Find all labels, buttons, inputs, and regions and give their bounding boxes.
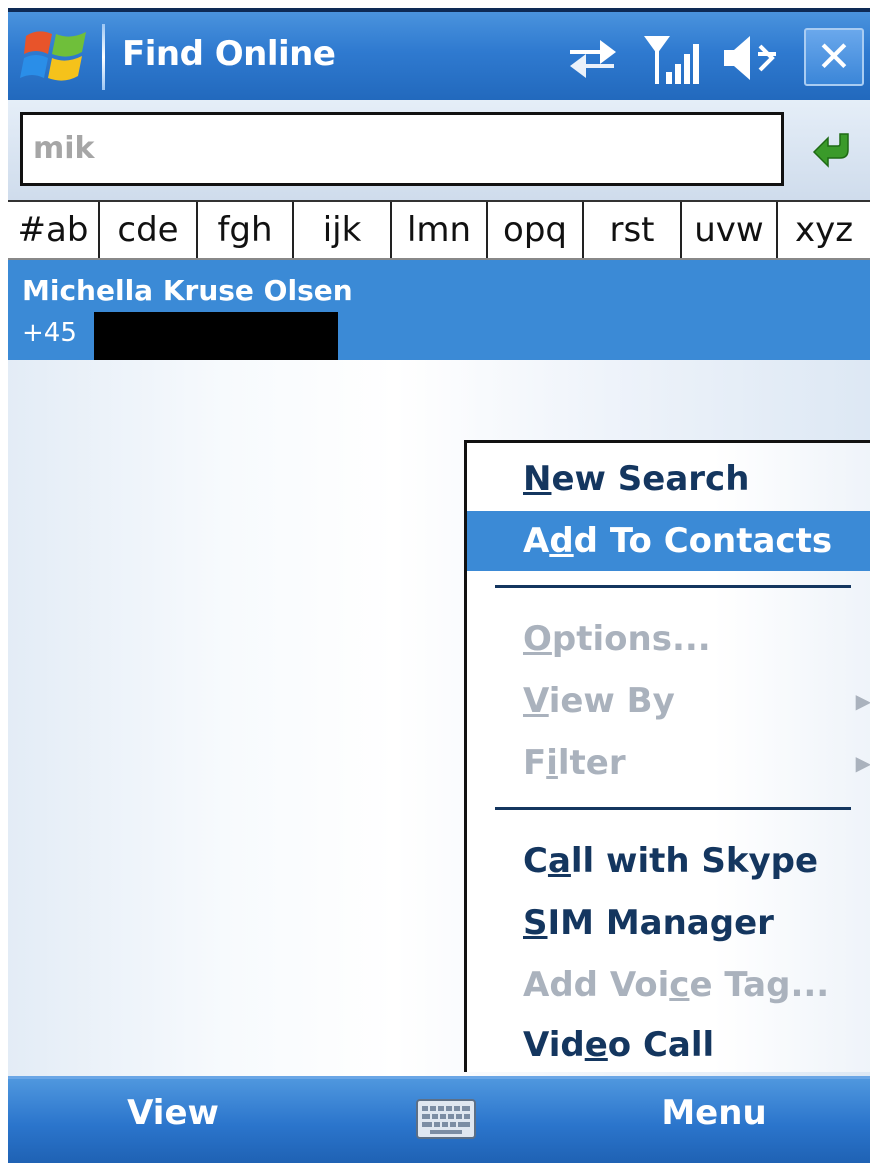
menu-item-new-search[interactable]: New Search bbox=[467, 449, 870, 509]
menu-label-part: Add Voi bbox=[523, 965, 670, 1005]
menu-accelerator: S bbox=[523, 903, 548, 943]
signal-icon[interactable] bbox=[640, 30, 700, 86]
menu-item-sim-manager[interactable]: SIM Manager bbox=[467, 893, 870, 953]
menu-label-part: iew By bbox=[548, 681, 675, 721]
list-item[interactable]: Michella Kruse Olsen +45 bbox=[8, 260, 870, 360]
alpha-tab-cde[interactable]: cde bbox=[100, 202, 198, 258]
submenu-arrow-icon: ▶ bbox=[855, 751, 870, 775]
menu-label-part: o Call bbox=[607, 1025, 715, 1065]
alpha-tab-opq[interactable]: opq bbox=[488, 202, 584, 258]
alpha-tab-lmn[interactable]: lmn bbox=[392, 202, 488, 258]
close-icon: ✕ bbox=[816, 32, 852, 81]
menu-label-part: C bbox=[523, 841, 548, 881]
title-bar: Find Online ✕ bbox=[8, 8, 870, 100]
menu-item-filter[interactable]: Filter ▶ bbox=[467, 733, 870, 793]
menu-label-part: ew Search bbox=[551, 459, 750, 499]
menu-accelerator: a bbox=[547, 841, 571, 881]
alpha-tab-fgh[interactable]: fgh bbox=[198, 202, 294, 258]
search-input[interactable]: mik bbox=[20, 112, 784, 186]
phone-redaction-box bbox=[94, 312, 338, 360]
volume-icon[interactable] bbox=[720, 30, 780, 86]
menu-accelerator: e bbox=[584, 1025, 608, 1065]
menu-item-view-by[interactable]: View By ▶ bbox=[467, 671, 870, 731]
contact-name: Michella Kruse Olsen bbox=[22, 274, 353, 307]
menu-label-part: ll with Skype bbox=[570, 841, 819, 881]
windows-start-icon[interactable] bbox=[20, 22, 92, 90]
alpha-tab-ab[interactable]: #ab bbox=[8, 202, 100, 258]
menu-label-part: Vid bbox=[523, 1025, 585, 1065]
menu-item-video-call[interactable]: Video Call bbox=[467, 1015, 870, 1075]
menu-accelerator: N bbox=[523, 459, 552, 499]
alpha-tab-xyz[interactable]: xyz bbox=[778, 202, 870, 258]
menu-accelerator: O bbox=[523, 619, 552, 659]
softkey-bar: View Menu bbox=[8, 1076, 870, 1163]
menu-separator bbox=[495, 585, 851, 588]
menu-label-part: IM Manager bbox=[547, 903, 774, 943]
title-separator bbox=[102, 24, 105, 90]
menu-label-part: F bbox=[523, 743, 547, 783]
view-softkey[interactable]: View bbox=[98, 1093, 248, 1133]
menu-label-part: A bbox=[523, 521, 550, 561]
menu-label-part: ptions... bbox=[551, 619, 711, 659]
search-bar: mik bbox=[8, 100, 870, 200]
close-button[interactable]: ✕ bbox=[804, 28, 864, 86]
menu-label-part: d To Contacts bbox=[573, 521, 833, 561]
sync-icon[interactable] bbox=[564, 30, 620, 86]
menu-accelerator: d bbox=[549, 521, 574, 561]
menu-item-options[interactable]: Options... bbox=[467, 609, 870, 669]
alpha-tab-uvw[interactable]: uvw bbox=[682, 202, 778, 258]
menu-item-add-voice-tag[interactable]: Add Voice Tag... bbox=[467, 955, 870, 1015]
submenu-arrow-icon: ▶ bbox=[855, 689, 870, 713]
contact-phone-prefix: +45 bbox=[22, 318, 77, 348]
window-title: Find Online bbox=[122, 34, 336, 74]
menu-separator bbox=[495, 807, 851, 810]
alphabet-tabs: #ab cde fgh ijk lmn opq rst uvw xyz bbox=[8, 200, 870, 260]
menu-accelerator: c bbox=[669, 965, 690, 1005]
go-arrow-icon[interactable] bbox=[812, 130, 854, 168]
menu-accelerator: i bbox=[546, 743, 558, 783]
menu-label-part: lter bbox=[557, 743, 626, 783]
keyboard-icon[interactable] bbox=[416, 1099, 476, 1139]
alpha-tab-rst[interactable]: rst bbox=[584, 202, 682, 258]
alpha-tab-ijk[interactable]: ijk bbox=[294, 202, 392, 258]
menu-item-call-with-skype[interactable]: Call with Skype bbox=[467, 831, 870, 891]
menu-label-part: e Tag... bbox=[689, 965, 830, 1005]
menu-item-add-to-contacts[interactable]: Add To Contacts bbox=[467, 511, 870, 571]
context-menu: New Search Add To Contacts Options... Vi… bbox=[464, 440, 870, 1072]
menu-accelerator: V bbox=[523, 681, 549, 721]
menu-softkey[interactable]: Menu bbox=[634, 1093, 794, 1133]
phone-screen: Find Online ✕ mik #ab cde fgh ijk lmn op… bbox=[8, 8, 870, 1163]
